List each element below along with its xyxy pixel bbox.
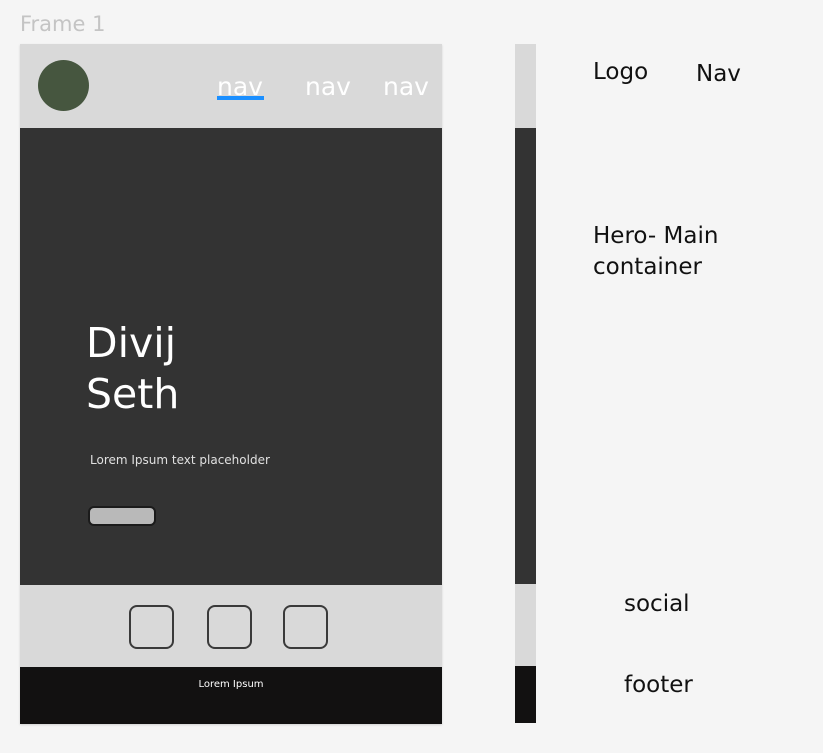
logo-circle-icon[interactable] — [38, 60, 89, 111]
annotation-social: social — [624, 591, 690, 617]
annotation-logo: Logo — [593, 59, 649, 85]
annotation-hero: Hero- Main container — [593, 223, 719, 280]
hero-name-line2: Seth — [86, 370, 180, 418]
hero-cta-button[interactable] — [88, 506, 156, 526]
frame-label: Frame 1 — [20, 12, 106, 36]
mockup-header: nav nav nav — [20, 44, 442, 128]
section-strip-hero — [515, 128, 536, 584]
nav-active-underline — [217, 96, 264, 100]
annotation-nav: Nav — [696, 61, 741, 87]
social-box-icon[interactable] — [207, 605, 252, 649]
social-box-icon[interactable] — [283, 605, 328, 649]
website-mockup: nav nav nav Divij Seth Lorem Ipsum text … — [20, 44, 442, 724]
annotation-footer: footer — [624, 672, 693, 698]
mockup-social — [20, 585, 442, 667]
section-strip-footer — [515, 666, 536, 723]
hero-name-line1: Divij — [86, 319, 177, 367]
mockup-footer: Lorem Ipsum — [20, 667, 442, 724]
section-strip-header — [515, 44, 536, 128]
nav-link-2[interactable]: nav — [305, 74, 351, 99]
nav-link-3[interactable]: nav — [383, 74, 429, 99]
hero-subtitle: Lorem Ipsum text placeholder — [90, 453, 270, 467]
footer-text: Lorem Ipsum — [198, 679, 264, 690]
section-strip-social — [515, 584, 536, 666]
mockup-hero: Divij Seth Lorem Ipsum text placeholder — [20, 128, 442, 585]
social-box-icon[interactable] — [129, 605, 174, 649]
hero-name: Divij Seth — [86, 318, 179, 420]
